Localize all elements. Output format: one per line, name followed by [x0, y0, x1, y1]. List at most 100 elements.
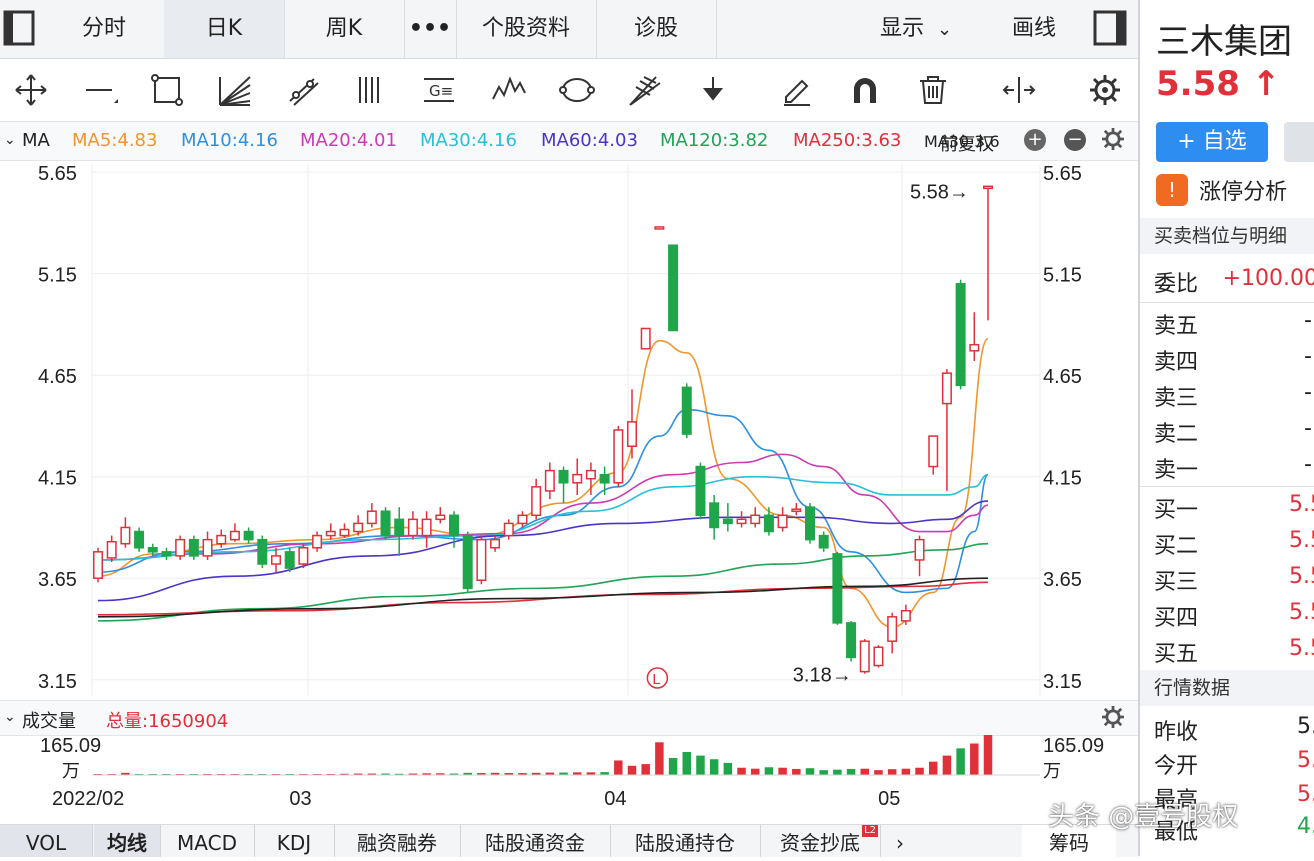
candle-down [709, 502, 720, 529]
low-price-annotation: 3.18→ [793, 665, 852, 687]
period-lines-icon[interactable] [352, 71, 390, 109]
limit-up-icon: ! [1156, 174, 1188, 206]
tab-margin[interactable]: 融资融券 [334, 825, 461, 857]
gear-icon[interactable] [1086, 71, 1124, 109]
channel-line-icon[interactable] [284, 71, 322, 109]
price-tick-right: 3.65 [1043, 569, 1082, 591]
tab-northbound-flow[interactable]: 陆股通资金 [460, 825, 611, 857]
date-tick: 03 [289, 788, 311, 810]
panel-toggle-icon[interactable] [1092, 8, 1128, 48]
wave-line-icon[interactable] [490, 71, 528, 109]
ma-settings-gear-icon[interactable] [1100, 126, 1126, 157]
tab-ma[interactable]: 均线 [94, 825, 161, 857]
price-tick-left: 3.65 [38, 569, 77, 591]
tab-stock-profile[interactable]: 个股资料 [456, 0, 597, 58]
candle-up [585, 469, 596, 480]
text-tool-icon[interactable]: G≡ [420, 71, 458, 109]
secondary-button[interactable] [1284, 122, 1314, 162]
rectangle-tool-icon[interactable] [148, 71, 186, 109]
zoom-out-icon[interactable]: − [1064, 129, 1086, 151]
limit-up-analysis[interactable]: ! 涨停分析 [1156, 174, 1287, 210]
split-adjust-icon[interactable] [1000, 71, 1038, 109]
ma-line-extra [97, 577, 989, 618]
volume-bar [928, 761, 938, 775]
order-ratio-value: +100.00 [1222, 266, 1314, 291]
volume-settings-gear-icon[interactable] [1100, 704, 1126, 735]
tab-more[interactable]: ••• [404, 0, 457, 58]
price-tick-right: 4.15 [1043, 468, 1082, 490]
move-cross-icon[interactable] [12, 71, 50, 109]
sell-5-label: 卖五 [1154, 314, 1199, 339]
trash-icon[interactable] [914, 71, 952, 109]
ellipse-tool-icon[interactable] [558, 71, 596, 109]
kline-chart[interactable]: 5.65 5.65 5.15 5.15 4.65 4.65 4.15 4.15 3.65 3.65… [0, 160, 1138, 700]
tab-vol[interactable]: VOL [0, 825, 93, 857]
tab-timeshare[interactable]: 分时 [44, 0, 165, 58]
draw-line-button[interactable]: 画线 [1012, 0, 1056, 58]
date-tick: 04 [604, 788, 626, 810]
volume-bar [915, 767, 924, 775]
date-tick: 05 [878, 788, 900, 810]
zoom-in-icon[interactable]: + [1024, 129, 1046, 151]
buy-3-value: 5.56 [1289, 564, 1314, 589]
candle-down [188, 538, 199, 557]
ma-label[interactable]: MA [22, 130, 50, 151]
adjust-mode[interactable]: 前复权 [940, 130, 994, 156]
add-watchlist-button[interactable]: + 自选 [1156, 122, 1268, 162]
fan-lines-icon[interactable] [216, 71, 254, 109]
price-tick-right: 4.65 [1043, 366, 1082, 388]
tab-kdj[interactable]: KDJ [254, 825, 335, 857]
watermark: 头条 @壹号股权 [1048, 802, 1239, 832]
tab-bottom-fishing[interactable]: 资金抄底 L2 [760, 825, 881, 857]
ma30-value: MA30:4.16 [420, 130, 517, 151]
volume-bar [696, 755, 705, 775]
collapse-chevron-icon[interactable]: ⌄ [4, 132, 16, 148]
candle-down [243, 530, 254, 541]
candle-down [722, 518, 733, 525]
collapse-chevron-icon[interactable]: ⌄ [4, 709, 16, 725]
magnet-icon[interactable] [846, 71, 884, 109]
tab-weekly-k[interactable]: 周K [284, 0, 405, 58]
candle-up [736, 518, 747, 525]
volume-bar [709, 759, 719, 775]
arrow-down-icon[interactable] [694, 71, 732, 109]
tab-diagnosis[interactable]: 诊股 [596, 0, 717, 58]
display-dropdown[interactable]: 显示 ⌄ [880, 0, 952, 58]
candle-down [380, 510, 391, 537]
open-label: 今开 [1154, 754, 1199, 779]
sell-1-label: 卖一 [1154, 458, 1199, 483]
eraser-pencil-icon[interactable] [778, 71, 816, 109]
price-tick-left: 3.15 [38, 671, 77, 693]
price-tick-right: 3.15 [1043, 671, 1082, 693]
candle-down [161, 551, 172, 557]
tab-daily-k[interactable]: 日K [164, 0, 285, 58]
date-axis: 2022/02 03 04 05 [52, 788, 900, 810]
horizontal-line-icon[interactable] [82, 71, 120, 109]
volume-bar [668, 758, 678, 775]
chevron-right-icon[interactable]: › [880, 825, 920, 857]
tab-macd[interactable]: MACD [160, 825, 255, 857]
volume-title[interactable]: 成交量 [22, 707, 76, 733]
volume-bar [723, 762, 733, 775]
gann-fan-icon[interactable] [626, 71, 664, 109]
candle-down [681, 386, 692, 435]
candle-up [325, 530, 336, 537]
candle-up [202, 538, 213, 557]
candle-down [599, 473, 610, 484]
buy-1-label: 买一 [1154, 498, 1199, 523]
candle-up [654, 226, 665, 230]
svg-text:G≡: G≡ [429, 82, 453, 100]
volume-bar [846, 768, 856, 775]
volume-unit-right: 万 [1043, 761, 1061, 782]
volume-unit-left: 万 [62, 761, 80, 782]
candle-up [229, 530, 240, 541]
volume-bar [655, 742, 664, 775]
candle-up [517, 514, 528, 525]
tab-northbound-holdings[interactable]: 陆股通持仓 [610, 825, 761, 857]
stock-detail-panel: 三木集团 5.58 ↑ + 自选 ! 涨停分析 买卖档位与明细 委比 +100.… [1138, 0, 1314, 856]
layout-toggle-icon[interactable] [2, 8, 36, 48]
candle-down [805, 506, 815, 541]
volume-chart[interactable]: 165.09 万 165.09 万 2022/02 03 04 05 [0, 735, 1138, 823]
candle-up [435, 514, 446, 521]
volume-bar [805, 768, 815, 775]
